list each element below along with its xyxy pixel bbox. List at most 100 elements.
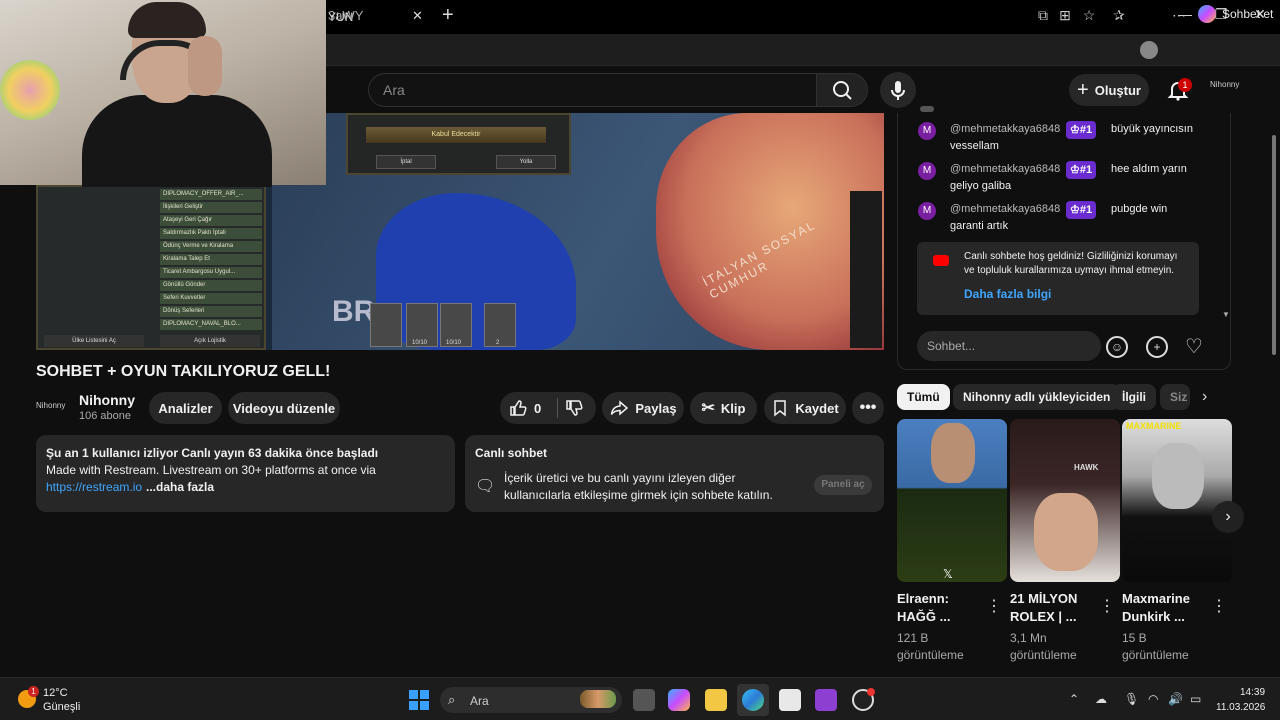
chat-username[interactable]: @mehmetakkaya6848 (950, 123, 1060, 135)
chip-for-you[interactable]: Siz (1160, 384, 1190, 410)
tab-close-icon[interactable]: ✕ (412, 8, 423, 24)
chat-input-placeholder: Sohbet... (927, 339, 976, 353)
chat-scroll-hint (920, 106, 934, 112)
thumbnail-face (1034, 493, 1098, 571)
taskbar-search-icon: ⌕ (448, 692, 456, 707)
chat-member-badge: ♔#1 (1066, 201, 1097, 219)
weather-description[interactable]: Güneşli (43, 701, 80, 713)
media-app-icon[interactable] (815, 689, 837, 711)
next-recommendations-button[interactable]: › (1212, 501, 1244, 533)
webcam-overlay (0, 0, 326, 187)
recommendation-title[interactable]: 21 MİLYON ROLEX | ... (1010, 590, 1090, 626)
more-menu-icon[interactable]: ⋯ (1170, 7, 1188, 24)
extensions-icon[interactable]: ⊞ (1056, 7, 1074, 24)
streamer-hair (128, 2, 206, 38)
channel-name[interactable]: Nihonny (79, 392, 135, 408)
microphone-tray-icon[interactable]: 🎙 (1124, 692, 1139, 706)
chip-uploader[interactable]: Nihonny adlı yükleyiciden (953, 384, 1121, 410)
youtube-icon (933, 255, 949, 266)
battery-icon[interactable]: ▭ (1190, 692, 1201, 706)
recommendation-thumbnail[interactable]: HAWK (1010, 419, 1120, 582)
create-label: Oluştur (1094, 82, 1141, 98)
description-stats: Şu an 1 kullanıcı izliyor Canlı yayın 63… (46, 446, 379, 460)
thumbnail-title-text: MAXMARINE (1126, 421, 1182, 431)
favorites-icon[interactable]: ✰ (1110, 7, 1128, 24)
like-divider (557, 398, 559, 418)
plus-icon: + (1077, 78, 1089, 101)
account-avatar[interactable]: Nihonny (1210, 80, 1239, 89)
show-more-button[interactable]: ...daha fazla (146, 480, 214, 494)
description-link[interactable]: https://restream.io (46, 480, 142, 494)
clock-date[interactable]: 11.03.2026 (1216, 702, 1265, 713)
recommendation-title[interactable]: Elraenn: HAĞĞ ... (897, 590, 977, 626)
game-cancel-button: İptal (376, 155, 436, 169)
edit-video-button[interactable]: Videoyu düzenle (228, 392, 340, 424)
favorite-star-icon[interactable]: ☆ (1080, 7, 1098, 24)
profile-avatar[interactable] (1140, 41, 1158, 59)
address-text[interactable]: 3aWY (328, 8, 363, 23)
windows-start-icon[interactable] (409, 690, 429, 710)
crown-icon: ♔ (1070, 164, 1080, 176)
more-vertical-icon[interactable]: ⋮ (1099, 596, 1115, 616)
chat-username[interactable]: @mehmetakkaya6848 (950, 203, 1060, 215)
channel-avatar[interactable]: Nihonny (36, 393, 70, 419)
recommendation-thumbnail[interactable]: 𝕏 (897, 419, 1007, 582)
recommendation-thumbnail[interactable]: MAXMARINE (1122, 419, 1232, 582)
thumbnail-face (1152, 443, 1204, 509)
onedrive-icon[interactable]: ☁ (1095, 692, 1107, 706)
add-icon[interactable]: + (1146, 336, 1168, 358)
clock-time[interactable]: 14:39 (1240, 687, 1265, 698)
app-available-icon[interactable]: ⧉ (1034, 7, 1052, 24)
like-button[interactable]: 0 (500, 392, 596, 424)
save-button[interactable]: Kaydet (764, 392, 846, 424)
search-button[interactable] (816, 73, 868, 107)
create-button[interactable]: + Oluştur (1069, 74, 1149, 106)
search-placeholder: Ara (383, 82, 405, 98)
task-view-icon[interactable] (633, 689, 655, 711)
chip-all[interactable]: Tümü (897, 384, 950, 410)
store-icon[interactable] (779, 689, 801, 711)
description-text: Made with Restream. Livestream on 30+ pl… (46, 463, 376, 477)
scissors-icon: ✂ (701, 400, 715, 417)
diplomacy-row: Ödünç Verme ve Kiralama (160, 241, 262, 252)
edge-browser-icon[interactable] (742, 689, 764, 711)
voice-search-button[interactable] (880, 72, 916, 108)
page-scrollbar-thumb[interactable] (1272, 135, 1276, 355)
search-input[interactable] (368, 73, 816, 107)
chevron-right-icon[interactable]: › (1202, 388, 1207, 406)
diplomacy-row: Saldırmazlık Paktı İptali (160, 228, 262, 239)
emoji-icon[interactable]: ☺ (1106, 336, 1128, 358)
copilot-app-icon[interactable] (668, 689, 690, 711)
volume-icon[interactable]: 🔊 (1168, 692, 1183, 706)
thumbs-down-icon[interactable] (564, 398, 584, 418)
more-horizontal-icon: ••• (859, 399, 877, 416)
chat-avatar: M (918, 202, 936, 220)
open-panel-button[interactable]: Paneli aç (814, 475, 872, 495)
heart-icon[interactable]: ♡ (1185, 334, 1203, 359)
file-explorer-icon[interactable] (705, 689, 727, 711)
chat-message-text: vessellam (950, 140, 999, 152)
learn-more-link[interactable]: Daha fazla bilgi (964, 287, 1051, 301)
copilot-button[interactable]: Sohbet et (1198, 5, 1273, 23)
more-vertical-icon[interactable]: ⋮ (1211, 596, 1227, 616)
share-label: Paylaş (635, 400, 677, 416)
notification-badge: 1 (1178, 78, 1192, 92)
map-region-label: BR (332, 295, 376, 328)
game-send-button: Yolla (496, 155, 556, 169)
wifi-icon[interactable]: ◠ (1148, 692, 1158, 706)
analytics-button[interactable]: Analizler (149, 392, 222, 424)
more-actions-button[interactable]: ••• (852, 392, 884, 424)
chat-scroll-down-icon[interactable]: ▼ (1222, 310, 1230, 319)
share-button[interactable]: Paylaş (602, 392, 684, 424)
chip-related[interactable]: İlgili (1112, 384, 1156, 410)
portrait-count: 10/10 (446, 340, 462, 346)
clip-label: Klip (720, 400, 746, 416)
tray-chevron-up-icon[interactable]: ⌃ (1069, 692, 1079, 706)
recommendation-title[interactable]: Maxmarine Dunkirk ... (1122, 590, 1202, 626)
chat-bubble-icon: 🗨 (475, 478, 496, 495)
weather-temperature[interactable]: 12°C (43, 687, 68, 699)
new-tab-button[interactable]: + (442, 4, 454, 27)
chat-username[interactable]: @mehmetakkaya6848 (950, 163, 1060, 175)
more-vertical-icon[interactable]: ⋮ (986, 596, 1002, 616)
clip-button[interactable]: ✂ Klip (690, 392, 757, 424)
